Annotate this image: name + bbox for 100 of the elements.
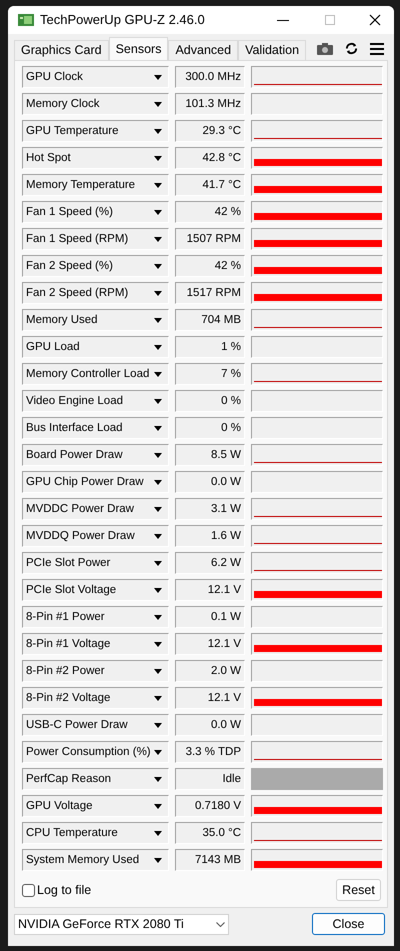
sensor-value: 0 % <box>175 417 245 440</box>
sensor-dropdown[interactable]: GPU Load <box>22 336 169 358</box>
dropdown-arrow-icon <box>154 318 162 323</box>
tab[interactable]: Validation <box>238 40 306 60</box>
dropdown-arrow-icon <box>154 776 162 782</box>
sensor-dropdown[interactable]: 8-Pin #2 Power <box>22 660 169 682</box>
sensor-dropdown[interactable]: Power Consumption (%) <box>22 741 169 764</box>
sensor-dropdown[interactable]: Video Engine Load <box>22 390 169 412</box>
sensor-value: 704 MB <box>175 309 245 332</box>
sensor-dropdown[interactable]: 8-Pin #1 Voltage <box>22 633 169 656</box>
sensor-dropdown[interactable]: Hot Spot <box>22 147 169 170</box>
sensor-dropdown[interactable]: Fan 2 Speed (RPM) <box>22 282 169 304</box>
sensor-dropdown[interactable]: CPU Temperature <box>22 822 169 844</box>
dropdown-arrow-icon <box>154 290 162 296</box>
sensor-value: 41.7 °C <box>175 174 245 196</box>
dropdown-arrow-icon <box>154 426 162 431</box>
sensor-dropdown[interactable]: GPU Chip Power Draw <box>22 471 169 494</box>
sensor-value: 300.0 MHz <box>175 66 245 88</box>
sensor-value: 0.0 W <box>175 714 245 736</box>
sensor-dropdown[interactable]: USB-C Power Draw <box>22 714 169 736</box>
dropdown-arrow-icon <box>154 480 162 485</box>
sensor-dropdown[interactable]: Memory Clock <box>22 93 169 116</box>
refresh-icon[interactable] <box>345 42 358 56</box>
graphics-card-icon <box>18 13 34 28</box>
sensor-dropdown[interactable]: MVDDC Power Draw <box>22 498 169 520</box>
dropdown-arrow-icon <box>154 696 162 701</box>
minimize-icon[interactable] <box>277 20 289 21</box>
sensor-dropdown[interactable]: PCIe Slot Power <box>22 552 169 574</box>
dropdown-arrow-icon <box>154 74 162 80</box>
sensor-dropdown[interactable]: GPU Voltage <box>22 795 169 818</box>
dropdown-arrow-icon <box>154 830 162 836</box>
sensor-value: 29.3 °C <box>175 120 245 142</box>
dropdown-arrow-icon <box>154 668 162 674</box>
dropdown-arrow-icon <box>154 588 162 593</box>
sensor-dropdown[interactable]: PerfCap Reason <box>22 768 169 790</box>
sensor-value: 42 % <box>175 255 245 278</box>
sensor-dropdown[interactable]: 8-Pin #1 Power <box>22 606 169 628</box>
tab[interactable]: Advanced <box>168 40 238 60</box>
sensor-value: 2.0 W <box>175 660 245 682</box>
sensor-value: 12.1 V <box>175 579 245 602</box>
sensor-dropdown[interactable]: Memory Controller Load <box>22 363 169 386</box>
sensor-dropdown[interactable]: Board Power Draw <box>22 444 169 466</box>
sensor-dropdown[interactable]: Fan 2 Speed (%) <box>22 255 169 278</box>
dropdown-arrow-icon <box>154 264 162 269</box>
sensor-value: 12.1 V <box>175 687 245 710</box>
sensor-value: 0.0 W <box>175 471 245 494</box>
menu-icon[interactable] <box>370 42 384 55</box>
sensor-dropdown[interactable]: System Memory Used <box>22 849 169 872</box>
checkbox[interactable] <box>22 884 35 897</box>
sensor-value: 1 % <box>175 336 245 358</box>
sensor-dropdown[interactable]: MVDDQ Power Draw <box>22 525 169 548</box>
dropdown-arrow-icon <box>154 102 162 107</box>
sensor-value: 35.0 °C <box>175 822 245 844</box>
sensor-dropdown[interactable]: GPU Temperature <box>22 120 169 142</box>
dropdown-arrow-icon <box>154 804 162 809</box>
dropdown-arrow-icon <box>154 642 162 647</box>
close-button[interactable]: Close <box>312 913 385 936</box>
dropdown-arrow-icon <box>154 210 162 215</box>
dropdown-arrow-icon <box>154 344 162 350</box>
sensor-value: 3.1 W <box>175 498 245 520</box>
sensor-dropdown[interactable]: 8-Pin #2 Voltage <box>22 687 169 710</box>
sensor-value: 1517 RPM <box>175 282 245 304</box>
sensor-value: 101.3 MHz <box>175 93 245 116</box>
sensor-value: 12.1 V <box>175 633 245 656</box>
tab[interactable]: Graphics Card <box>14 40 109 60</box>
dropdown-arrow-icon <box>154 614 162 620</box>
gpu-select[interactable]: NVIDIA GeForce RTX 2080 Ti <box>14 914 229 935</box>
sensor-value: 8.5 W <box>175 444 245 466</box>
sensor-value: 42 % <box>175 201 245 224</box>
dropdown-arrow-icon <box>154 722 162 728</box>
sensor-value: 1507 RPM <box>175 228 245 250</box>
sensor-value: 0.1 W <box>175 606 245 628</box>
sensor-value: 6.2 W <box>175 552 245 574</box>
reset-button[interactable]: Reset <box>336 879 381 902</box>
dropdown-arrow-icon <box>154 750 162 755</box>
checkbox-label: Log to file <box>37 882 92 899</box>
sensor-dropdown[interactable]: PCIe Slot Voltage <box>22 579 169 602</box>
sensor-value: 0.7180 V <box>175 795 245 818</box>
sensor-dropdown[interactable]: Fan 1 Speed (RPM) <box>22 228 169 250</box>
sensor-value: 0 % <box>175 390 245 412</box>
sensor-value: 42.8 °C <box>175 147 245 170</box>
sensor-dropdown[interactable]: Memory Temperature <box>22 174 169 196</box>
dropdown-arrow-icon <box>154 128 162 134</box>
sensor-dropdown[interactable]: Memory Used <box>22 309 169 332</box>
dropdown-arrow-icon <box>154 858 162 863</box>
camera-icon[interactable] <box>317 42 333 55</box>
sensor-dropdown[interactable]: Bus Interface Load <box>22 417 169 440</box>
chevron-down-icon <box>216 922 225 927</box>
sensor-value: 7 % <box>175 363 245 386</box>
tab[interactable]: Sensors <box>108 37 168 62</box>
dropdown-arrow-icon <box>154 372 162 377</box>
sensor-dropdown[interactable]: GPU Clock <box>22 66 169 88</box>
dropdown-arrow-icon <box>154 236 162 242</box>
dropdown-arrow-icon <box>154 156 162 161</box>
sensor-value: Idle <box>175 768 245 790</box>
dropdown-arrow-icon <box>154 560 162 566</box>
sensor-dropdown[interactable]: Fan 1 Speed (%) <box>22 201 169 224</box>
close-icon[interactable] <box>369 14 381 26</box>
sensor-value: 7143 MB <box>175 849 245 872</box>
dropdown-arrow-icon <box>154 506 162 512</box>
